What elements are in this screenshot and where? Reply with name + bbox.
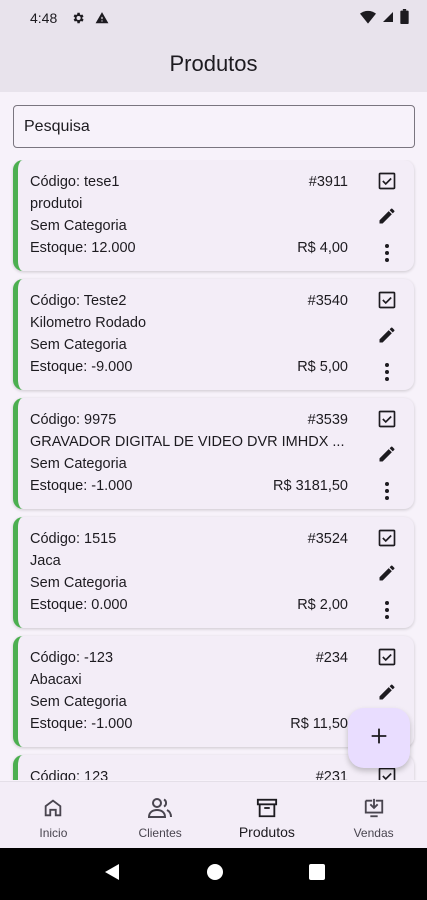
select-checkbox-icon[interactable] [376, 646, 398, 668]
search-input[interactable]: Pesquisa [13, 105, 415, 148]
home-icon [41, 796, 65, 820]
back-icon[interactable] [103, 863, 121, 886]
product-name: GRAVADOR DIGITAL DE VIDEO DVR IMHDX ... [30, 434, 345, 450]
product-category: Sem Categoria [30, 218, 127, 234]
product-code: Código: tese1 [30, 174, 120, 190]
product-stock: Estoque: -1.000 [30, 716, 133, 732]
signal-icon [382, 10, 394, 26]
app-bar: Produtos [0, 36, 427, 92]
select-checkbox-icon[interactable] [376, 289, 398, 311]
product-name: Jaca [30, 553, 61, 569]
product-id: #3540 [307, 293, 348, 309]
bottom-navigation: Inicio Clientes Produtos Vendas [0, 781, 427, 848]
nav-item-inicio[interactable]: Inicio [0, 782, 107, 848]
product-id: #231 [315, 769, 348, 780]
nav-label-produtos: Produtos [238, 824, 295, 840]
edit-pencil-icon[interactable] [376, 562, 398, 584]
product-price: R$ 11,50 [290, 716, 348, 732]
more-options-icon[interactable] [376, 242, 398, 264]
product-name: produtoi [30, 196, 83, 212]
product-code: Código: 123 [30, 769, 109, 780]
recents-square-icon[interactable] [308, 863, 325, 885]
product-id: #3539 [307, 412, 348, 428]
product-price: R$ 4,00 [297, 240, 348, 256]
nav-label-vendas: Vendas [353, 826, 394, 840]
wifi-icon [360, 10, 376, 27]
product-id: #234 [315, 650, 348, 666]
product-category: Sem Categoria [30, 694, 127, 710]
select-checkbox-icon[interactable] [376, 170, 398, 192]
battery-icon [400, 9, 409, 27]
settings-gear-icon [71, 11, 85, 25]
nav-item-vendas[interactable]: Vendas [320, 782, 427, 848]
edit-pencil-icon[interactable] [376, 205, 398, 227]
nav-item-produtos[interactable]: Produtos [214, 782, 321, 848]
product-category: Sem Categoria [30, 337, 127, 353]
product-name: Kilometro Rodado [30, 315, 147, 331]
product-code: Código: Teste2 [30, 293, 127, 309]
more-options-icon[interactable] [376, 480, 398, 502]
people-icon [148, 796, 173, 820]
select-checkbox-icon[interactable] [376, 527, 398, 549]
product-card[interactable]: Código: Teste2 #3540 Kilometro Rodado Sem C… [13, 279, 414, 390]
nav-label-inicio: Inicio [39, 826, 68, 840]
product-category: Sem Categoria [30, 456, 127, 472]
product-name: Abacaxi [30, 672, 82, 688]
status-bar: 4:48 [0, 0, 427, 36]
product-card[interactable]: Código: 1515 #3524 Jaca Sem Categoria Estoqu… [13, 517, 414, 628]
product-stock: Estoque: 12.000 [30, 240, 136, 256]
plus-icon [368, 725, 390, 752]
product-card[interactable]: Código: 9975 #3539 GRAVADOR DIGITAL DE VID… [13, 398, 414, 509]
product-code: Código: 1515 [30, 531, 117, 547]
product-price: R$ 5,00 [297, 359, 348, 375]
nav-label-clientes: Clientes [138, 826, 182, 840]
product-stock: Estoque: -9.000 [30, 359, 133, 375]
more-options-icon[interactable] [376, 599, 398, 621]
more-options-icon[interactable] [376, 361, 398, 383]
edit-pencil-icon[interactable] [376, 324, 398, 346]
product-price: R$ 2,00 [297, 597, 348, 613]
download-monitor-icon [362, 796, 386, 820]
select-checkbox-icon[interactable] [376, 408, 398, 430]
product-stock: Estoque: -1.000 [30, 478, 133, 494]
page-title: Produtos [169, 51, 258, 76]
search-placeholder: Pesquisa [24, 117, 90, 135]
product-id: #3524 [307, 531, 348, 547]
product-code: Código: 9975 [30, 412, 117, 428]
status-time: 4:48 [30, 10, 58, 26]
product-price: R$ 3181,50 [273, 478, 348, 494]
product-card[interactable]: Código: tese1 #3911 produtoi Sem Categoria E… [13, 160, 414, 271]
product-code: Código: -123 [30, 650, 114, 666]
product-stock: Estoque: 0.000 [30, 597, 128, 613]
home-circle-icon[interactable] [206, 863, 224, 886]
edit-pencil-icon[interactable] [376, 681, 398, 703]
archive-box-icon [255, 796, 279, 820]
product-list[interactable]: Código: tese1 #3911 produtoi Sem Categoria E… [0, 160, 427, 780]
product-category: Sem Categoria [30, 575, 127, 591]
nav-item-clientes[interactable]: Clientes [107, 782, 214, 848]
system-navigation-bar [0, 848, 427, 900]
product-id: #3911 [308, 174, 348, 190]
add-product-button[interactable] [348, 708, 410, 768]
warning-icon [95, 11, 109, 25]
edit-pencil-icon[interactable] [376, 443, 398, 465]
